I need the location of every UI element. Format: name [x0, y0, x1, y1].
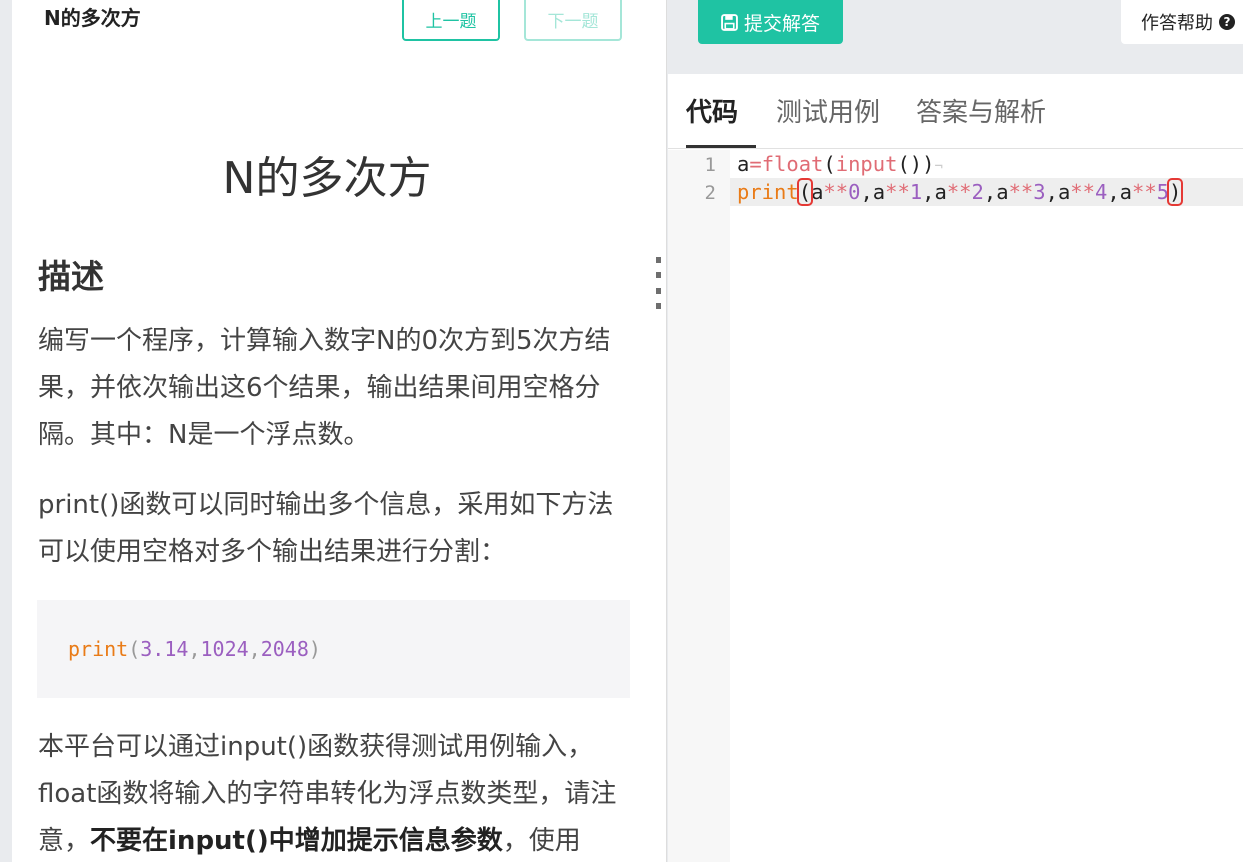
- code-token: **: [1070, 180, 1095, 204]
- panel-resize-handle[interactable]: [656, 257, 662, 309]
- code-token: print: [737, 180, 799, 204]
- editor-tabs: 代码 测试用例 答案与解析: [668, 74, 1243, 149]
- code-token: ,: [860, 180, 873, 204]
- example-print-token: print: [68, 637, 129, 661]
- matched-bracket: ): [1166, 178, 1184, 206]
- code-token: input: [835, 152, 898, 176]
- next-problem-button[interactable]: 下一题: [524, 0, 622, 41]
- submit-answer-button[interactable]: 提交解答: [698, 0, 843, 44]
- tab-answer-analysis[interactable]: 答案与解析: [916, 92, 1046, 148]
- example-arg: 3.14: [140, 637, 189, 661]
- code-token: ,: [1107, 180, 1120, 204]
- code-token: a: [996, 180, 1009, 204]
- code-token: a: [737, 152, 750, 176]
- line-number-gutter: 1 2: [668, 150, 730, 862]
- code-token: a: [1119, 180, 1132, 204]
- example-close-paren: ): [308, 637, 321, 661]
- editor-area: 代码 测试用例 答案与解析 1 2 a=float(input())¬ prin…: [668, 74, 1243, 862]
- code-token: 4: [1094, 180, 1108, 204]
- code-token: =: [749, 152, 762, 176]
- submit-answer-label: 提交解答: [743, 12, 820, 35]
- code-token: a: [872, 180, 886, 204]
- answer-help-label: 作答帮助: [1141, 13, 1213, 34]
- code-token: **: [1008, 180, 1034, 204]
- code-token: float: [761, 152, 824, 176]
- example-code-block: print(3.14, 1024, 2048): [37, 600, 630, 698]
- code-token: 0: [848, 180, 861, 204]
- example-arg: 2048: [260, 637, 309, 661]
- problem-short-title: N的多次方: [44, 6, 141, 30]
- description-heading: 描述: [38, 257, 104, 296]
- code-token: ,: [922, 180, 935, 204]
- tab-test-cases[interactable]: 测试用例: [776, 92, 880, 148]
- line-number: 2: [704, 182, 716, 204]
- code-token: a: [811, 180, 824, 204]
- save-icon: [721, 13, 738, 31]
- question-circle-icon: ?: [1219, 14, 1235, 30]
- matched-bracket: (: [796, 178, 814, 206]
- code-token: (: [823, 152, 836, 176]
- code-token: ()): [897, 152, 935, 176]
- code-token: **: [1132, 180, 1157, 204]
- code-token: a: [1057, 180, 1071, 204]
- code-token: **: [946, 180, 972, 204]
- code-token: ,: [1045, 180, 1058, 204]
- code-line-2[interactable]: print(a**0,a**1,a**2,a**3,a**4,a**5): [737, 178, 1184, 206]
- example-open-paren: (: [128, 637, 141, 661]
- end-of-line-marker: ¬: [934, 159, 943, 175]
- code-token: a: [934, 180, 947, 204]
- line-number: 1: [704, 154, 716, 176]
- code-token: ,: [983, 180, 997, 204]
- code-token: **: [885, 180, 910, 204]
- code-token: 3: [1033, 180, 1046, 204]
- code-token: 1: [909, 180, 923, 204]
- description-paragraph: 编写一个程序，计算输入数字N的0次方到5次方结果，并依次输出这6个结果，输出结果…: [38, 326, 611, 450]
- prev-problem-button[interactable]: 上一题: [402, 0, 500, 41]
- tab-code[interactable]: 代码: [686, 92, 756, 148]
- example-separator: ,: [248, 637, 261, 661]
- input-note-paragraph: 本平台可以通过input()函数获得测试用例输入，float函数将输入的字符串转…: [38, 724, 630, 862]
- example-arg: 1024: [200, 637, 249, 661]
- print-usage-paragraph: print()函数可以同时输出多个信息，采用如下方法可以使用空格对多个输出结果进…: [38, 490, 614, 567]
- example-separator: ,: [188, 637, 201, 661]
- code-line-1[interactable]: a=float(input())¬: [737, 150, 943, 178]
- answer-help-link[interactable]: 作答帮助 ?: [1121, 0, 1243, 44]
- problem-panel: N的多次方 上一题 下一题 N的多次方 描述 编写一个程序，计算输入数字N的0次…: [12, 0, 667, 862]
- problem-title: N的多次方: [222, 153, 432, 204]
- code-token: 5: [1156, 180, 1170, 204]
- code-token: 2: [971, 180, 984, 204]
- input-note-text-end: ，使用: [502, 826, 581, 856]
- input-note-bold: 不要在input()中增加提示信息参数: [90, 826, 503, 856]
- code-token: **: [823, 180, 849, 204]
